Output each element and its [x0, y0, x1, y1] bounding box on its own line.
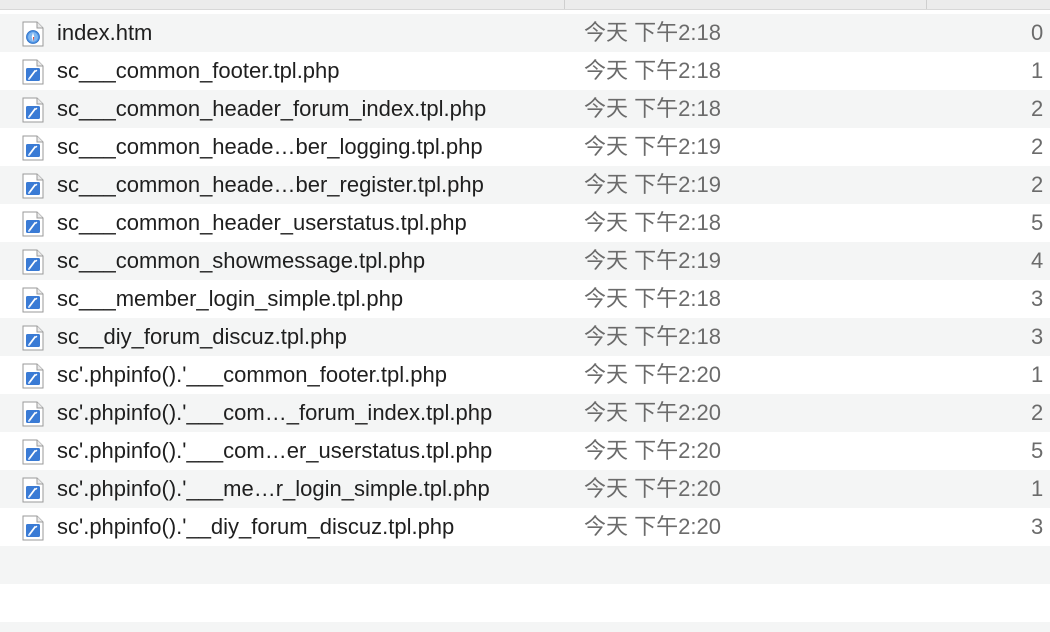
file-date-modified: 今天 下午2:19: [584, 172, 721, 197]
file-name[interactable]: sc___common_header_userstatus.tpl.php: [57, 204, 467, 242]
column-divider[interactable]: [926, 0, 927, 9]
file-row[interactable]: sc___common_heade…ber_logging.tpl.php 今天 …: [0, 128, 1050, 166]
file-name[interactable]: sc__diy_forum_discuz.tpl.php: [57, 318, 347, 356]
file-size: 3: [1031, 286, 1044, 311]
file-name[interactable]: sc'.phpinfo().'__diy_forum_discuz.tpl.ph…: [57, 508, 454, 546]
file-date-modified: 今天 下午2:18: [584, 96, 721, 121]
file-row[interactable]: sc'.phpinfo().'__diy_forum_discuz.tpl.ph…: [0, 508, 1050, 546]
file-date-modified: 今天 下午2:20: [584, 476, 721, 501]
list-bottom-edge: [0, 622, 1050, 632]
file-size: 1: [1031, 362, 1044, 387]
column-divider[interactable]: [564, 0, 565, 9]
php-script-icon: [22, 287, 44, 313]
file-size: 2: [1031, 134, 1044, 159]
file-date-modified: 今天 下午2:20: [584, 438, 721, 463]
file-date-modified: 今天 下午2:18: [584, 324, 721, 349]
file-name[interactable]: sc___common_header_forum_index.tpl.php: [57, 90, 486, 128]
file-date-modified: 今天 下午2:18: [584, 20, 721, 45]
file-date-modified: 今天 下午2:20: [584, 362, 721, 387]
php-script-icon: [22, 59, 44, 85]
file-name[interactable]: sc'.phpinfo().'___com…_forum_index.tpl.p…: [57, 394, 492, 432]
file-name[interactable]: sc___common_showmessage.tpl.php: [57, 242, 425, 280]
file-row[interactable]: sc__diy_forum_discuz.tpl.php 今天 下午2:18 3: [0, 318, 1050, 356]
file-row[interactable]: sc___common_header_userstatus.tpl.php 今天 …: [0, 204, 1050, 242]
file-date-modified: 今天 下午2:19: [584, 248, 721, 273]
php-script-icon: [22, 477, 44, 503]
file-name[interactable]: sc'.phpinfo().'___com…er_userstatus.tpl.…: [57, 432, 492, 470]
file-row[interactable]: sc___common_heade…ber_register.tpl.php 今天…: [0, 166, 1050, 204]
empty-row: [0, 546, 1050, 584]
file-size: 2: [1031, 96, 1044, 121]
file-size: 3: [1031, 514, 1044, 539]
column-header-bar[interactable]: [0, 0, 1050, 10]
file-row[interactable]: sc___common_header_forum_index.tpl.php 今天…: [0, 90, 1050, 128]
file-size: 5: [1031, 438, 1044, 463]
file-row[interactable]: index.htm 今天 下午2:18 0: [0, 14, 1050, 52]
file-date-modified: 今天 下午2:18: [584, 210, 721, 235]
file-name[interactable]: sc___common_heade…ber_register.tpl.php: [57, 166, 484, 204]
file-row[interactable]: sc'.phpinfo().'___common_footer.tpl.php 今…: [0, 356, 1050, 394]
file-list: index.htm 今天 下午2:18 0 sc___common_footer.tp…: [0, 14, 1050, 584]
file-name[interactable]: sc___common_heade…ber_logging.tpl.php: [57, 128, 483, 166]
file-size: 0: [1031, 20, 1044, 45]
file-row[interactable]: sc___common_showmessage.tpl.php 今天 下午2:19…: [0, 242, 1050, 280]
file-name[interactable]: sc'.phpinfo().'___common_footer.tpl.php: [57, 356, 447, 394]
file-name[interactable]: sc___member_login_simple.tpl.php: [57, 280, 403, 318]
file-name[interactable]: sc'.phpinfo().'___me…r_login_simple.tpl.…: [57, 470, 490, 508]
file-name[interactable]: sc___common_footer.tpl.php: [57, 52, 340, 90]
file-date-modified: 今天 下午2:18: [584, 58, 721, 83]
file-row[interactable]: sc'.phpinfo().'___com…_forum_index.tpl.p…: [0, 394, 1050, 432]
file-date-modified: 今天 下午2:19: [584, 134, 721, 159]
file-date-modified: 今天 下午2:20: [584, 400, 721, 425]
file-row[interactable]: sc'.phpinfo().'___com…er_userstatus.tpl.…: [0, 432, 1050, 470]
file-row[interactable]: sc___member_login_simple.tpl.php 今天 下午2:1…: [0, 280, 1050, 318]
php-script-icon: [22, 211, 44, 237]
file-size: 3: [1031, 324, 1044, 349]
safari-html-icon: [22, 21, 44, 47]
php-script-icon: [22, 439, 44, 465]
php-script-icon: [22, 401, 44, 427]
file-date-modified: 今天 下午2:18: [584, 286, 721, 311]
file-size: 4: [1031, 248, 1044, 273]
php-script-icon: [22, 173, 44, 199]
php-script-icon: [22, 135, 44, 161]
file-size: 1: [1031, 58, 1044, 83]
php-script-icon: [22, 363, 44, 389]
php-script-icon: [22, 97, 44, 123]
file-date-modified: 今天 下午2:20: [584, 514, 721, 539]
file-size: 1: [1031, 476, 1044, 501]
php-script-icon: [22, 515, 44, 541]
php-script-icon: [22, 325, 44, 351]
file-row[interactable]: sc'.phpinfo().'___me…r_login_simple.tpl.…: [0, 470, 1050, 508]
file-size: 2: [1031, 400, 1044, 425]
file-size: 5: [1031, 210, 1044, 235]
php-script-icon: [22, 249, 44, 275]
file-size: 2: [1031, 172, 1044, 197]
file-row[interactable]: sc___common_footer.tpl.php 今天 下午2:18 1: [0, 52, 1050, 90]
file-name[interactable]: index.htm: [57, 14, 152, 52]
